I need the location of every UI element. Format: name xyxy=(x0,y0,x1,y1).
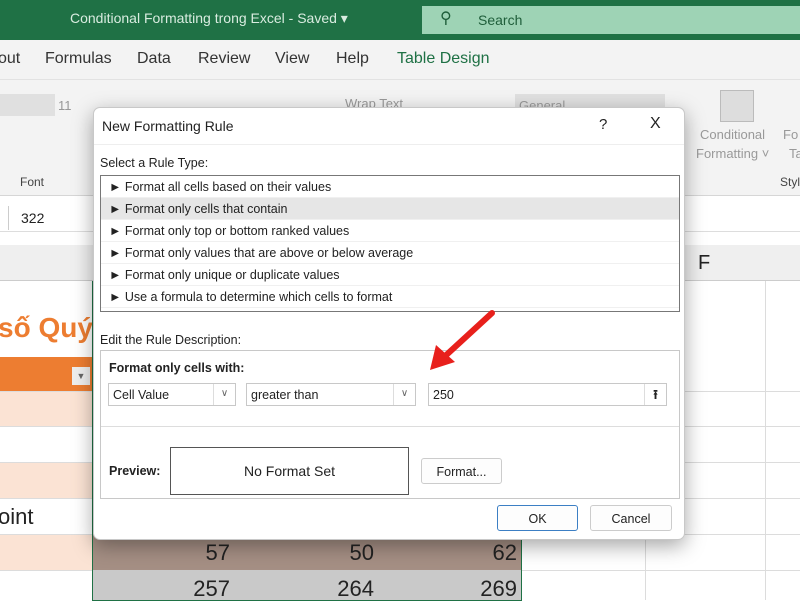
red-arrow-annotation xyxy=(430,310,495,370)
